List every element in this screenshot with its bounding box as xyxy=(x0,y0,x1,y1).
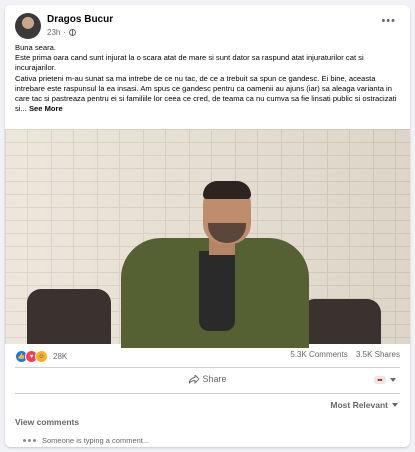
post-timestamp[interactable]: 23h xyxy=(47,28,60,37)
author-name[interactable]: Dragos Bucur xyxy=(47,14,113,25)
see-more-link[interactable]: See More xyxy=(29,104,63,113)
post-meta: 23h · xyxy=(47,28,77,37)
reactions-summary[interactable]: 👍 ♥ ☺ 28K xyxy=(15,350,67,363)
globe-icon xyxy=(69,29,77,36)
comments-count[interactable]: 5.3K Comments xyxy=(290,350,347,359)
post-card: Dragos Bucur 23h · ••• Buna seara. Este … xyxy=(5,5,410,447)
share-label: Share xyxy=(202,374,227,384)
view-comments-link[interactable]: View comments xyxy=(15,417,79,427)
post-greeting: Buna seara. xyxy=(15,43,56,52)
typing-dots-icon xyxy=(23,439,36,442)
more-horizontal-icon[interactable]: ••• xyxy=(381,16,396,27)
sort-label: Most Relevant xyxy=(330,400,388,410)
post-text: Buna seara. Este prima oara cand sunt in… xyxy=(15,43,400,114)
reactions-count: 28K xyxy=(53,352,68,361)
person-hair xyxy=(203,181,251,199)
action-bar: Share ■■ xyxy=(15,370,400,390)
engagement-stats: 👍 ♥ ☺ 28K 5.3K Comments 3.5K Shares xyxy=(15,350,400,364)
haha-icon: ☺ xyxy=(35,350,48,363)
divider xyxy=(15,367,400,368)
post-paragraph: Este prima oara cand sunt injurat la o s… xyxy=(15,53,364,73)
typing-indicator: Someone is typing a comment... xyxy=(23,436,149,445)
page-avatar-icon[interactable]: ■■ xyxy=(374,376,386,384)
author-avatar[interactable] xyxy=(15,13,41,39)
chair-right xyxy=(301,299,381,344)
person-shirt xyxy=(199,251,235,331)
divider xyxy=(15,393,400,394)
chevron-down-icon xyxy=(392,403,398,407)
chair-left xyxy=(27,289,111,344)
post-header: Dragos Bucur 23h · ••• xyxy=(15,11,400,41)
chevron-down-icon[interactable] xyxy=(390,378,396,382)
post-paragraph: Cativa prieteni m-au sunat sa ma intrebe… xyxy=(15,73,397,114)
shares-count[interactable]: 3.5K Shares xyxy=(356,350,400,359)
share-icon xyxy=(188,374,199,384)
share-button[interactable]: Share xyxy=(188,374,227,384)
typing-text: Someone is typing a comment... xyxy=(42,436,150,445)
comment-sort-dropdown[interactable]: Most Relevant xyxy=(330,400,398,410)
